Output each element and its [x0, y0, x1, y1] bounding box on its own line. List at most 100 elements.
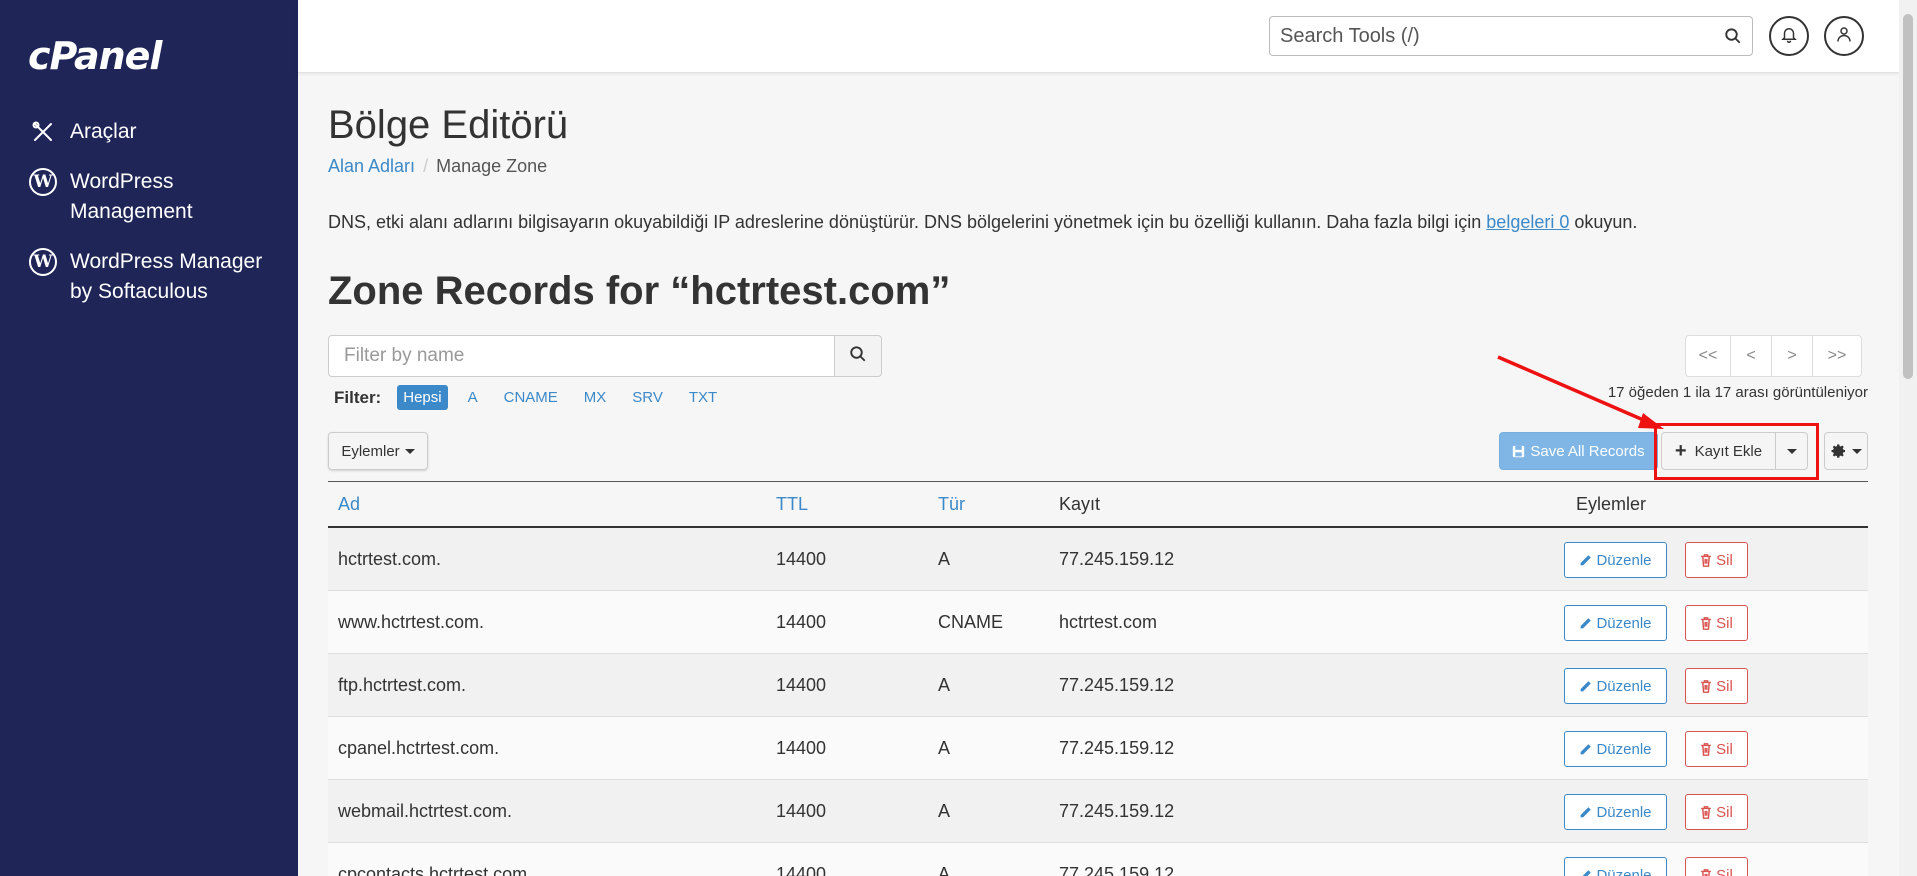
record-name: ftp.hctrtest.com. — [338, 675, 467, 695]
settings-dropdown-button[interactable] — [1824, 432, 1868, 470]
filter-chip-txt[interactable]: TXT — [683, 385, 723, 410]
table-row: cpcontacts.hctrtest.com. 14400 A 77.245.… — [328, 843, 1868, 876]
search-tools-box — [1269, 16, 1753, 56]
sidebar-item-wordpress-management[interactable]: W WordPress Management — [28, 167, 278, 227]
column-header-type[interactable]: Tür — [938, 494, 965, 515]
caret-down-icon — [404, 448, 415, 454]
filter-chip-a[interactable]: A — [462, 385, 484, 410]
record-ttl: 14400 — [776, 801, 827, 821]
column-header-name[interactable]: Ad — [338, 494, 360, 515]
edit-record-button[interactable]: Düzenle — [1564, 857, 1667, 876]
user-menu-button[interactable] — [1824, 16, 1864, 56]
filter-chip-cname[interactable]: CNAME — [498, 385, 564, 410]
sidebar-item-label: Araçlar — [70, 120, 137, 143]
prev-page-button[interactable]: < — [1730, 335, 1772, 377]
notifications-button[interactable] — [1769, 16, 1809, 56]
search-tools-input[interactable] — [1270, 24, 1690, 48]
record-value: 77.245.159.12 — [1059, 738, 1175, 758]
documentation-link[interactable]: belgeleri 0 — [1486, 212, 1569, 232]
record-value: hctrtest.com — [1059, 612, 1158, 632]
wordpress-icon: W — [28, 167, 58, 197]
edit-label: Düzenle — [1596, 677, 1652, 695]
save-all-records-button[interactable]: Save All Records — [1499, 432, 1658, 470]
edit-label: Düzenle — [1596, 614, 1652, 632]
pencil-icon — [1579, 617, 1596, 630]
first-page-button[interactable]: << — [1685, 335, 1731, 377]
filter-input[interactable] — [328, 335, 835, 377]
zone-records-title: Zone Records for “hctrtest.com” — [328, 269, 951, 313]
sidebar-item-label: WordPress Management — [70, 170, 193, 223]
delete-record-button[interactable]: Sil — [1685, 542, 1748, 578]
page-scrollbar[interactable] — [1899, 0, 1917, 876]
record-value: 77.245.159.12 — [1059, 864, 1175, 876]
pagination: << < > >> — [1685, 335, 1862, 377]
edit-record-button[interactable]: Düzenle — [1564, 731, 1667, 767]
record-type: A — [938, 738, 951, 758]
record-ttl: 14400 — [776, 675, 827, 695]
delete-record-button[interactable]: Sil — [1685, 605, 1748, 641]
delete-record-button[interactable]: Sil — [1685, 731, 1748, 767]
last-page-button[interactable]: >> — [1812, 335, 1862, 377]
filter-chip-srv[interactable]: SRV — [626, 385, 669, 410]
record-ttl: 14400 — [776, 549, 827, 569]
edit-record-button[interactable]: Düzenle — [1564, 668, 1667, 704]
breadcrumb-domains-link[interactable]: Alan Adları — [328, 156, 415, 176]
type-filter: Filter: Hepsi A CNAME MX SRV TXT — [334, 385, 737, 410]
save-icon — [1512, 445, 1525, 458]
cpanel-logo[interactable]: cPanel — [28, 34, 162, 78]
breadcrumb: Alan Adları / Manage Zone — [328, 156, 547, 177]
trash-icon — [1700, 742, 1716, 756]
record-type: A — [938, 864, 951, 876]
record-name: cpanel.hctrtest.com. — [338, 738, 500, 758]
pencil-icon — [1579, 743, 1596, 756]
delete-label: Sil — [1716, 803, 1733, 821]
actions-label: Eylemler — [341, 442, 400, 460]
table-row: webmail.hctrtest.com. 14400 A 77.245.159… — [328, 780, 1868, 843]
actions-dropdown-button[interactable]: Eylemler — [328, 432, 428, 470]
edit-record-button[interactable]: Düzenle — [1564, 794, 1667, 830]
delete-record-button[interactable]: Sil — [1685, 794, 1748, 830]
column-header-ttl[interactable]: TTL — [776, 494, 808, 515]
delete-label: Sil — [1716, 614, 1733, 632]
record-ttl: 14400 — [776, 612, 827, 632]
top-header — [298, 0, 1899, 73]
record-name: hctrtest.com. — [338, 549, 442, 569]
description-text: DNS, etki alanı adlarını bilgisayarın ok… — [328, 212, 1487, 232]
table-body: hctrtest.com. 14400 A 77.245.159.12 Düze… — [328, 528, 1868, 876]
pencil-icon — [1579, 680, 1596, 693]
sidebar-item-wordpress-manager-softaculous[interactable]: W WordPress Manager by Softaculous — [28, 247, 278, 307]
edit-record-button[interactable]: Düzenle — [1564, 605, 1667, 641]
record-name: webmail.hctrtest.com. — [338, 801, 513, 821]
filter-label: Filter: — [334, 387, 382, 407]
table-row: cpanel.hctrtest.com. 14400 A 77.245.159.… — [328, 717, 1868, 780]
record-value: 77.245.159.12 — [1059, 549, 1175, 569]
page-description: DNS, etki alanı adlarını bilgisayarın ok… — [328, 212, 1637, 233]
pencil-icon — [1579, 554, 1596, 567]
table-row: ftp.hctrtest.com. 14400 A 77.245.159.12 … — [328, 654, 1868, 717]
search-icon[interactable] — [1724, 27, 1742, 50]
sidebar: cPanel Araçlar W WordPress Management W … — [0, 0, 298, 876]
wordpress-icon: W — [28, 247, 58, 277]
filter-chip-all[interactable]: Hepsi — [397, 385, 448, 410]
record-type: A — [938, 549, 951, 569]
trash-icon — [1700, 868, 1716, 876]
record-value: 77.245.159.12 — [1059, 801, 1175, 821]
delete-label: Sil — [1716, 551, 1733, 569]
column-header-actions: Eylemler — [1576, 494, 1647, 514]
next-page-button[interactable]: > — [1771, 335, 1813, 377]
edit-record-button[interactable]: Düzenle — [1564, 542, 1667, 578]
sidebar-item-tools[interactable]: Araçlar — [28, 117, 137, 147]
pencil-icon — [1579, 869, 1596, 876]
record-ttl: 14400 — [776, 738, 827, 758]
table-header: Ad TTL Tür Kayıt Eylemler — [328, 481, 1868, 528]
search-icon — [849, 345, 867, 368]
filter-chip-mx[interactable]: MX — [578, 385, 613, 410]
delete-record-button[interactable]: Sil — [1685, 857, 1748, 876]
save-label: Save All Records — [1530, 442, 1645, 460]
delete-record-button[interactable]: Sil — [1685, 668, 1748, 704]
record-value: 77.245.159.12 — [1059, 675, 1175, 695]
table-row: www.hctrtest.com. 14400 CNAME hctrtest.c… — [328, 591, 1868, 654]
scrollbar-thumb[interactable] — [1903, 14, 1913, 379]
edit-label: Düzenle — [1596, 803, 1652, 821]
filter-search-button[interactable] — [835, 335, 882, 377]
